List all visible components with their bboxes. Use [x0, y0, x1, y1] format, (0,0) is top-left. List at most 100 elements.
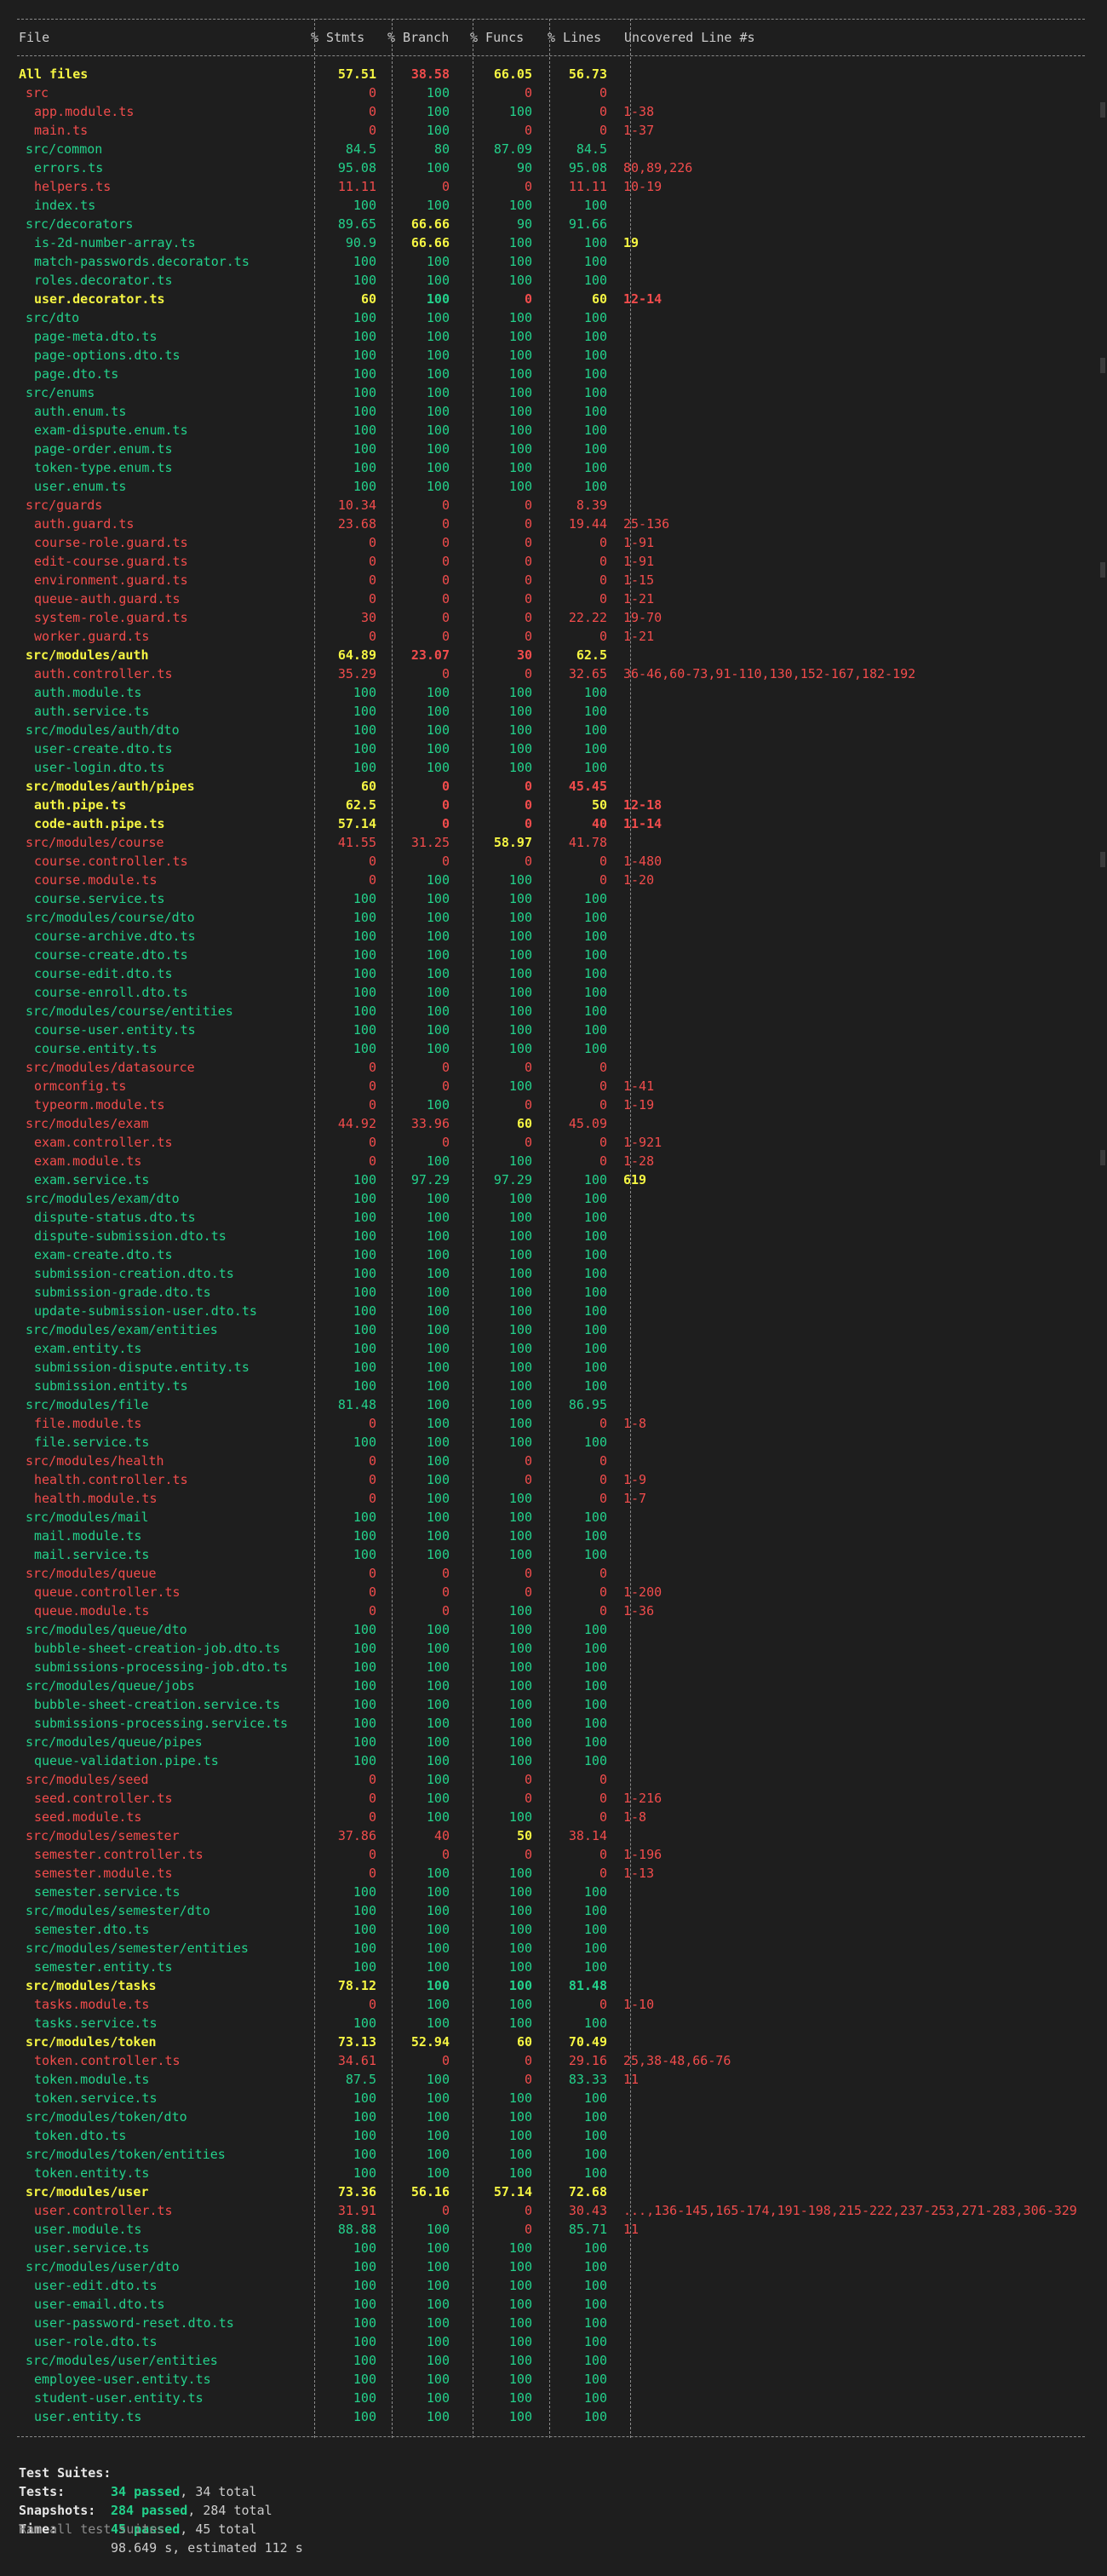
funcs-value: 87.09 [493, 141, 532, 157]
branch-value: 0 [441, 535, 450, 550]
funcs-value: 100 [508, 1547, 532, 1562]
funcs-value: 100 [508, 2390, 532, 2406]
branch-value: 31.25 [410, 835, 450, 850]
lines-value: 0 [599, 1809, 607, 1825]
table-row-file: environment.guard.ts 0 0 0 0 1-15 [0, 571, 1107, 589]
table-row-file: course-archive.dto.ts 100 100 100 100 [0, 927, 1107, 946]
scrollbar-marker[interactable] [1100, 358, 1105, 373]
file-name: course.service.ts [34, 891, 165, 906]
file-name: auth.controller.ts [34, 666, 173, 681]
branch-value: 100 [426, 2353, 450, 2368]
uncovered-lines: 1-216 [623, 1791, 662, 1806]
branch-value: 100 [426, 123, 450, 138]
file-name: src/dto [26, 310, 80, 325]
file-name: All files [19, 66, 89, 82]
branch-value: 100 [426, 160, 450, 175]
table-row-file: semester.entity.ts 100 100 100 100 [0, 1958, 1107, 1976]
file-name: course-edit.dto.ts [34, 966, 173, 981]
lines-value: 100 [583, 2015, 607, 2031]
stmts-value: 100 [353, 2165, 376, 2181]
stmts-value: 37.86 [337, 1828, 376, 1843]
table-row-directory: src/modules/course/entities 100 100 100 100 [0, 1002, 1107, 1021]
stmts-value: 100 [353, 1659, 376, 1675]
file-name: health.module.ts [34, 1491, 158, 1506]
funcs-value: 100 [508, 1285, 532, 1300]
branch-value: 100 [426, 1303, 450, 1319]
lines-value: 100 [583, 1903, 607, 1918]
scrollbar-marker[interactable] [1100, 852, 1105, 867]
lines-value: 100 [583, 1191, 607, 1206]
funcs-value: 100 [508, 1360, 532, 1375]
funcs-value: 0 [524, 1097, 532, 1113]
table-row-file: mail.service.ts 100 100 100 100 [0, 1545, 1107, 1564]
file-name: user.module.ts [34, 2222, 142, 2237]
table-row-directory: src/modules/semester 37.86 40 50 38.14 [0, 1826, 1107, 1845]
branch-value: 100 [426, 1922, 450, 1937]
branch-value: 100 [426, 1753, 450, 1768]
lines-value: 84.5 [576, 141, 607, 157]
file-name: exam.controller.ts [34, 1135, 173, 1150]
table-row-directory: src/modules/queue/dto 100 100 100 100 [0, 1620, 1107, 1639]
branch-value: 100 [426, 1659, 450, 1675]
lines-value: 100 [583, 366, 607, 382]
table-row-directory: src/modules/user 73.36 56.16 57.14 72.68 [0, 2182, 1107, 2201]
file-name: bubble-sheet-creation-job.dto.ts [34, 1641, 280, 1656]
file-name: dispute-status.dto.ts [34, 1210, 196, 1225]
branch-value: 100 [426, 385, 450, 400]
table-row-file: token.module.ts 87.5 100 0 83.33 11 [0, 2070, 1107, 2089]
uncovered-lines: 1-480 [623, 854, 662, 869]
table-row-file: dispute-status.dto.ts 100 100 100 100 [0, 1208, 1107, 1227]
table-row-file: tasks.module.ts 0 100 100 0 1-10 [0, 1995, 1107, 2014]
stmts-value: 100 [353, 1191, 376, 1206]
branch-value: 100 [426, 1978, 450, 1993]
funcs-value: 100 [508, 2353, 532, 2368]
stmts-value: 35.29 [337, 666, 376, 681]
file-name: src/modules/token/entities [26, 2147, 226, 2162]
branch-value: 66.66 [410, 235, 450, 250]
table-row-file: token-type.enum.ts 100 100 100 100 [0, 458, 1107, 477]
funcs-value: 100 [508, 704, 532, 719]
file-name: submission-dispute.entity.ts [34, 1360, 250, 1375]
lines-value: 100 [583, 1678, 607, 1693]
table-row-directory: src/modules/course/dto 100 100 100 100 [0, 908, 1107, 927]
funcs-value: 100 [508, 2372, 532, 2387]
lines-value: 22.22 [568, 610, 607, 625]
table-row-directory: src/modules/health 0 100 0 0 [0, 1452, 1107, 1470]
scrollbar-marker[interactable] [1100, 1150, 1105, 1165]
uncovered-lines: 1-41 [623, 1078, 655, 1094]
funcs-value: 100 [508, 1941, 532, 1956]
file-name: semester.module.ts [34, 1866, 173, 1881]
scrollbar-marker[interactable] [1100, 102, 1105, 118]
branch-value: 100 [426, 1716, 450, 1731]
lines-value: 56.73 [568, 66, 607, 82]
stmts-value: 100 [353, 2353, 376, 2368]
file-name: auth.enum.ts [34, 404, 127, 419]
file-name: token.controller.ts [34, 2053, 181, 2068]
funcs-value: 100 [508, 2409, 532, 2424]
lines-value: 29.16 [568, 2053, 607, 2068]
file-name: src/enums [26, 385, 95, 400]
stmts-value: 78.12 [337, 1978, 376, 1993]
branch-value: 0 [441, 1603, 450, 1619]
scrollbar-marker[interactable] [1100, 562, 1105, 578]
funcs-value: 100 [508, 985, 532, 1000]
stmts-value: 100 [353, 1697, 376, 1712]
stmts-value: 0 [368, 872, 376, 888]
branch-value: 100 [426, 1285, 450, 1300]
file-name: token.dto.ts [34, 2128, 127, 2143]
branch-value: 100 [426, 1378, 450, 1394]
header-bottom-border [17, 55, 1085, 58]
funcs-value: 100 [508, 1228, 532, 1244]
file-name: src/modules/auth/pipes [26, 779, 195, 794]
lines-value: 100 [583, 2353, 607, 2368]
stmts-value: 62.5 [345, 797, 376, 813]
file-name: src/modules/course/dto [26, 910, 195, 925]
file-name: errors.ts [34, 160, 104, 175]
funcs-value: 0 [524, 2203, 532, 2218]
table-row-file: seed.controller.ts 0 100 0 0 1-216 [0, 1789, 1107, 1808]
stmts-value: 89.65 [337, 216, 376, 232]
lines-value: 45.45 [568, 779, 607, 794]
lines-value: 0 [599, 123, 607, 138]
branch-value: 100 [426, 2334, 450, 2349]
stmts-value: 100 [353, 685, 376, 700]
